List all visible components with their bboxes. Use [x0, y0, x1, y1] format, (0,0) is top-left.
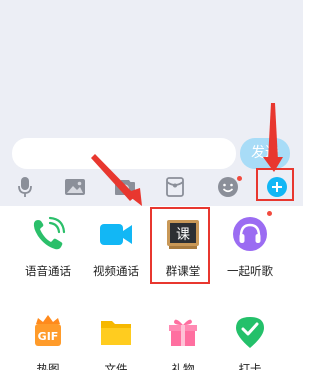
arrow-to-classroom — [91, 154, 142, 206]
arrow-to-plus — [263, 103, 283, 172]
annotation-arrows — [91, 103, 283, 206]
